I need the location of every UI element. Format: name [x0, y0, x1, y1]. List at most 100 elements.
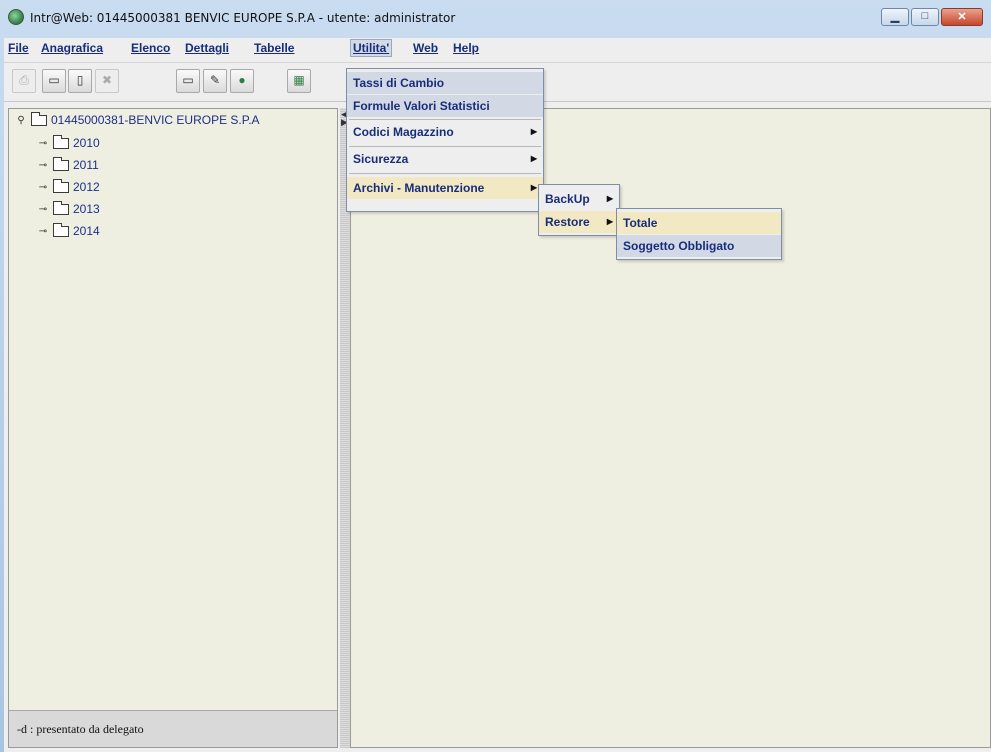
delete-icon: ✖ — [101, 73, 113, 87]
folder-icon — [53, 134, 69, 149]
collapse-handle-icon[interactable]: ⚲ — [15, 115, 27, 126]
tree-node-2013[interactable]: ⊸ 2013 — [37, 200, 100, 216]
tree-node-label: 2011 — [73, 158, 99, 172]
submenu-arrow-icon: ▶ — [530, 127, 537, 136]
tree-node-2010[interactable]: ⊸ 2010 — [37, 134, 100, 150]
tree-node-label: 2014 — [73, 224, 100, 238]
calculator-button[interactable]: ▦ — [287, 69, 311, 93]
menu-item-formule-valori-statistici[interactable]: Formule Valori Statistici — [347, 95, 543, 117]
menu-utilita[interactable]: Utilita' — [350, 39, 393, 57]
close-icon: ✕ — [957, 11, 967, 23]
expand-handle-icon[interactable]: ⊸ — [37, 182, 49, 193]
menu-item-label: Restore — [545, 215, 590, 229]
folder-icon — [31, 111, 47, 126]
tree-node-2011[interactable]: ⊸ 2011 — [37, 156, 99, 172]
menu-file-label: File — [8, 41, 29, 55]
edit-icon: ✎ — [209, 73, 221, 87]
menu-item-label: Totale — [623, 216, 658, 230]
expand-handle-icon[interactable]: ⊸ — [37, 204, 49, 215]
minimize-button[interactable]: ▁ — [881, 8, 909, 26]
menu-web[interactable]: Web — [413, 41, 438, 55]
maximize-button[interactable]: □ — [911, 8, 939, 26]
menu-elenco[interactable]: Elenco — [131, 41, 170, 55]
delete-button[interactable]: ✖ — [95, 69, 119, 93]
tree-node-label: 2013 — [73, 202, 100, 216]
app-window: Intr@Web: 01445000381 BENVIC EUROPE S.P.… — [0, 0, 991, 752]
menu-elenco-label: Elenco — [131, 41, 171, 55]
expand-handle-icon[interactable]: ⊸ — [37, 226, 49, 237]
folder-icon — [53, 200, 69, 215]
menu-dettagli[interactable]: Dettagli — [185, 41, 229, 55]
tree-node-label: 2012 — [73, 180, 100, 194]
submenu-arrow-icon: ▶ — [606, 194, 613, 203]
submenu-arrow-icon: ▶ — [606, 217, 613, 226]
menu-item-codici-magazzino[interactable]: Codici Magazzino ▶ — [347, 121, 543, 143]
open-folder-icon: ▭ — [48, 73, 60, 87]
tree-root-node[interactable]: ⚲ 01445000381-BENVIC EUROPE S.P.A — [15, 111, 260, 127]
menu-item-label: Sicurezza — [353, 152, 409, 166]
menu-item-label: Codici Magazzino — [353, 125, 454, 139]
client-area: File Anagrafica Elenco Dettagli Tabelle … — [4, 38, 991, 752]
menu-item-restore[interactable]: Restore ▶ — [539, 211, 619, 233]
submenu-arrow-icon: ▶ — [530, 154, 537, 163]
menu-utilita-label: Utilita' — [353, 41, 390, 55]
menu-item-label: BackUp — [545, 192, 590, 206]
minimize-icon: ▁ — [890, 11, 900, 23]
expand-handle-icon[interactable]: ⊸ — [37, 138, 49, 149]
menu-dettagli-label: Dettagli — [185, 41, 230, 55]
menu-anagrafica[interactable]: Anagrafica — [41, 41, 103, 55]
menu-anagrafica-label: Anagrafica — [41, 41, 104, 55]
card-button[interactable]: ▭ — [176, 69, 200, 93]
menu-item-label: Formule Valori Statistici — [353, 99, 490, 113]
archivi-submenu: BackUp ▶ Restore ▶ — [538, 184, 620, 236]
emblem-button[interactable]: ● — [230, 69, 254, 93]
menu-item-archivi-manutenzione[interactable]: Archivi - Manutenzione ▶ — [347, 177, 543, 199]
menu-separator — [349, 119, 541, 120]
app-emblem-icon — [8, 9, 24, 25]
menu-item-tassi-di-cambio[interactable]: Tassi di Cambio — [347, 72, 543, 94]
open-button[interactable]: ▭ — [42, 69, 66, 93]
menu-item-soggetto-obbligato[interactable]: Soggetto Obbligato — [617, 235, 781, 257]
menu-item-label: Soggetto Obbligato — [623, 239, 735, 253]
restore-submenu: Totale Soggetto Obbligato — [616, 208, 782, 260]
menu-item-backup[interactable]: BackUp ▶ — [539, 188, 619, 210]
status-bar: -d : presentato da delegato — [9, 710, 337, 747]
folder-icon — [53, 156, 69, 171]
maximize-icon: □ — [921, 10, 929, 22]
expand-handle-icon[interactable]: ⊸ — [37, 160, 49, 171]
card-icon: ▭ — [182, 73, 194, 87]
tree-node-2014[interactable]: ⊸ 2014 — [37, 222, 100, 238]
menu-help[interactable]: Help — [453, 41, 479, 55]
folder-icon — [53, 178, 69, 193]
tree-node-label: 2010 — [73, 136, 100, 150]
menu-help-label: Help — [453, 41, 480, 55]
calculator-icon: ▦ — [293, 73, 305, 87]
emblem-icon: ● — [238, 73, 246, 87]
menu-file[interactable]: File — [8, 41, 29, 55]
menu-separator — [349, 146, 541, 147]
menu-item-totale[interactable]: Totale — [617, 212, 781, 234]
menu-item-label: Archivi - Manutenzione — [353, 181, 485, 195]
menu-separator — [349, 173, 541, 174]
menu-item-sicurezza[interactable]: Sicurezza ▶ — [347, 148, 543, 170]
tree-node-2012[interactable]: ⊸ 2012 — [37, 178, 100, 194]
menu-web-label: Web — [413, 41, 439, 55]
utilita-dropdown: Tassi di Cambio Formule Valori Statistic… — [346, 68, 544, 212]
window-title: Intr@Web: 01445000381 BENVIC EUROPE S.P.… — [30, 11, 456, 25]
title-bar[interactable]: Intr@Web: 01445000381 BENVIC EUROPE S.P.… — [0, 0, 991, 38]
new-document-button[interactable]: ▯ — [68, 69, 92, 93]
print-icon: ⎙ — [19, 73, 29, 87]
close-button[interactable]: ✕ — [941, 8, 983, 26]
menu-item-label: Tassi di Cambio — [353, 76, 445, 90]
tree-panel: ⚲ 01445000381-BENVIC EUROPE S.P.A ⊸ 2010… — [8, 108, 338, 748]
print-button[interactable]: ⎙ — [12, 69, 36, 93]
status-text: -d : presentato da delegato — [17, 722, 144, 736]
menu-tabelle-label: Tabelle — [254, 41, 295, 55]
window-controls: ▁ □ ✕ — [881, 8, 983, 26]
menu-bar: File Anagrafica Elenco Dettagli Tabelle … — [4, 38, 991, 60]
menu-tabelle[interactable]: Tabelle — [254, 41, 294, 55]
tree-root-label: 01445000381-BENVIC EUROPE S.P.A — [51, 113, 260, 127]
new-document-icon: ▯ — [76, 73, 84, 87]
folder-icon — [53, 222, 69, 237]
edit-button[interactable]: ✎ — [203, 69, 227, 93]
